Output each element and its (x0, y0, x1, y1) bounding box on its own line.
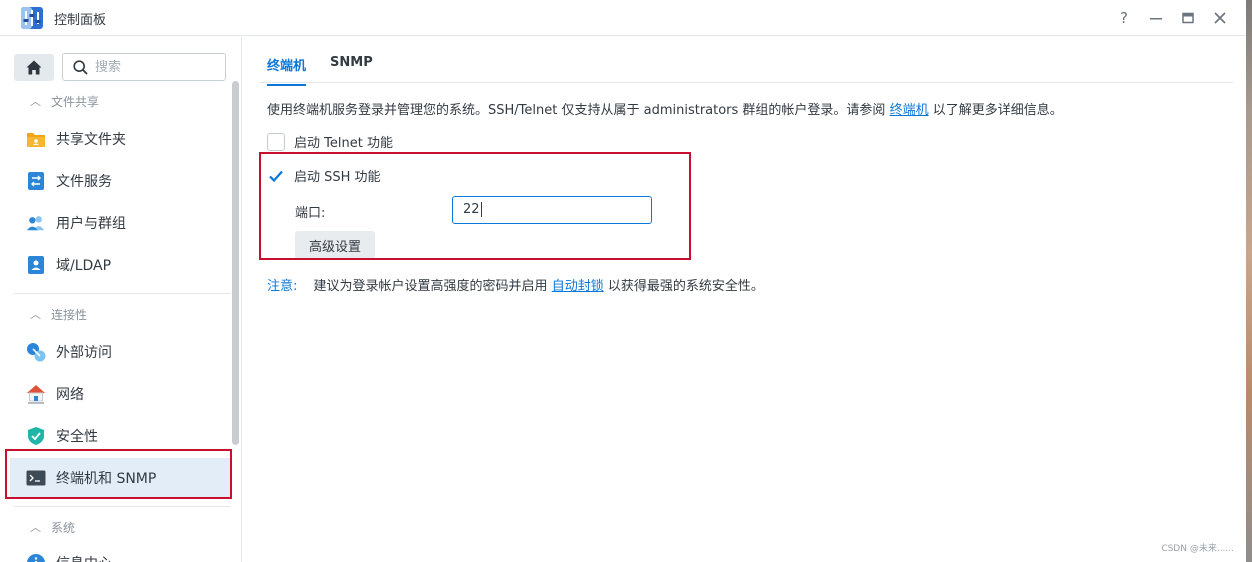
chevron-up-icon: ︿ (30, 521, 41, 534)
group-title: 文件共享 (51, 94, 100, 109)
group-divider (14, 506, 230, 507)
sidebar-item-label: 文件服务 (56, 174, 112, 190)
network-icon (26, 384, 46, 404)
window-title: 控制面板 (54, 13, 107, 28)
telnet-checkbox[interactable] (267, 132, 285, 151)
users-icon (26, 213, 46, 233)
sidebar-item-label: 域/LDAP (56, 258, 112, 274)
shield-icon (26, 426, 46, 446)
sidebar-item-label: 用户与群组 (56, 216, 126, 232)
sidebar-item-label: 信息中心 (56, 553, 112, 562)
telnet-option: 启动 Telnet 功能 (267, 132, 393, 151)
group-divider (14, 293, 230, 294)
auto-block-link[interactable]: 自动封锁 (552, 279, 604, 294)
help-button[interactable]: ? (1112, 6, 1136, 30)
note-text: 建议为登录帐户设置高强度的密码并启用 (313, 279, 548, 294)
control-panel-window: 控制面板 ? ︿ 文件共享 (0, 0, 1246, 562)
domain-icon (26, 255, 46, 275)
group-header-file-sharing[interactable]: ︿ 文件共享 (30, 91, 99, 111)
sidebar-item-network[interactable]: 网络 (10, 374, 230, 414)
intro-paragraph: 使用终端机服务登录并管理您的系统。SSH/Telnet 仅支持从属于 admin… (267, 99, 1063, 118)
sidebar-item-users-groups[interactable]: 用户与群组 (10, 203, 230, 243)
main-panel: 终端机 SNMP 使用终端机服务登录并管理您的系统。SSH/Telnet 仅支持… (243, 37, 1246, 562)
telnet-label: 启动 Telnet 功能 (294, 136, 393, 151)
group-header-system[interactable]: ︿ 系统 (30, 517, 75, 537)
minimize-button[interactable] (1144, 6, 1168, 30)
maximize-button[interactable] (1176, 6, 1200, 30)
security-note: 注意: 建议为登录帐户设置高强度的密码并启用 自动封锁 以获得最强的系统安全性。 (267, 275, 764, 294)
search-box[interactable] (62, 53, 226, 81)
sidebar-item-info-center[interactable]: 信息中心 (10, 543, 230, 562)
sidebar-item-file-services[interactable]: 文件服务 (10, 161, 230, 201)
search-icon (73, 60, 88, 75)
chevron-up-icon: ︿ (30, 308, 41, 321)
sidebar-item-shared-folder[interactable]: 共享文件夹 (10, 119, 230, 159)
sidebar-item-label: 外部访问 (56, 345, 112, 361)
note-label: 注意: (267, 279, 298, 294)
note-suffix: 以获得最强的系统安全性。 (607, 279, 764, 294)
sidebar-item-domain-ldap[interactable]: 域/LDAP (10, 245, 230, 285)
sidebar-scrollbar[interactable] (232, 81, 239, 445)
close-icon (1214, 12, 1226, 24)
home-icon (26, 60, 42, 75)
group-title: 连接性 (51, 307, 88, 322)
info-icon (26, 553, 46, 562)
home-button[interactable] (14, 54, 54, 81)
highlight-annotation-ssh (259, 152, 691, 260)
chevron-up-icon: ︿ (30, 95, 41, 108)
maximize-icon (1182, 12, 1194, 24)
sidebar-item-external-access[interactable]: 外部访问 (10, 332, 230, 372)
close-button[interactable] (1208, 6, 1232, 30)
sidebar-item-label: 共享文件夹 (56, 132, 126, 148)
intro-suffix: 以了解更多详细信息。 (932, 103, 1063, 118)
terminal-help-link[interactable]: 终端机 (890, 103, 929, 118)
group-header-connectivity[interactable]: ︿ 连接性 (30, 304, 87, 324)
watermark: CSDN @未来...... (1161, 544, 1234, 554)
sidebar-item-label: 网络 (56, 387, 84, 403)
folder-icon (26, 129, 46, 149)
group-title: 系统 (51, 520, 76, 535)
external-access-icon (26, 342, 46, 362)
minimize-icon (1150, 18, 1162, 20)
tab-divider (259, 82, 1233, 83)
search-input[interactable] (95, 58, 219, 76)
title-bar: 控制面板 ? (0, 0, 1246, 36)
control-panel-app-icon (21, 7, 43, 29)
intro-text: 使用终端机服务登录并管理您的系统。SSH/Telnet 仅支持从属于 admin… (267, 103, 886, 118)
sidebar: ︿ 文件共享 共享文件夹 文件服务 用户与群组 域/LDAP (0, 37, 242, 562)
desktop-background-strip (1246, 0, 1252, 562)
sidebar-item-label: 安全性 (56, 429, 98, 445)
file-services-icon (26, 171, 46, 191)
highlight-annotation-sidebar (5, 449, 232, 499)
